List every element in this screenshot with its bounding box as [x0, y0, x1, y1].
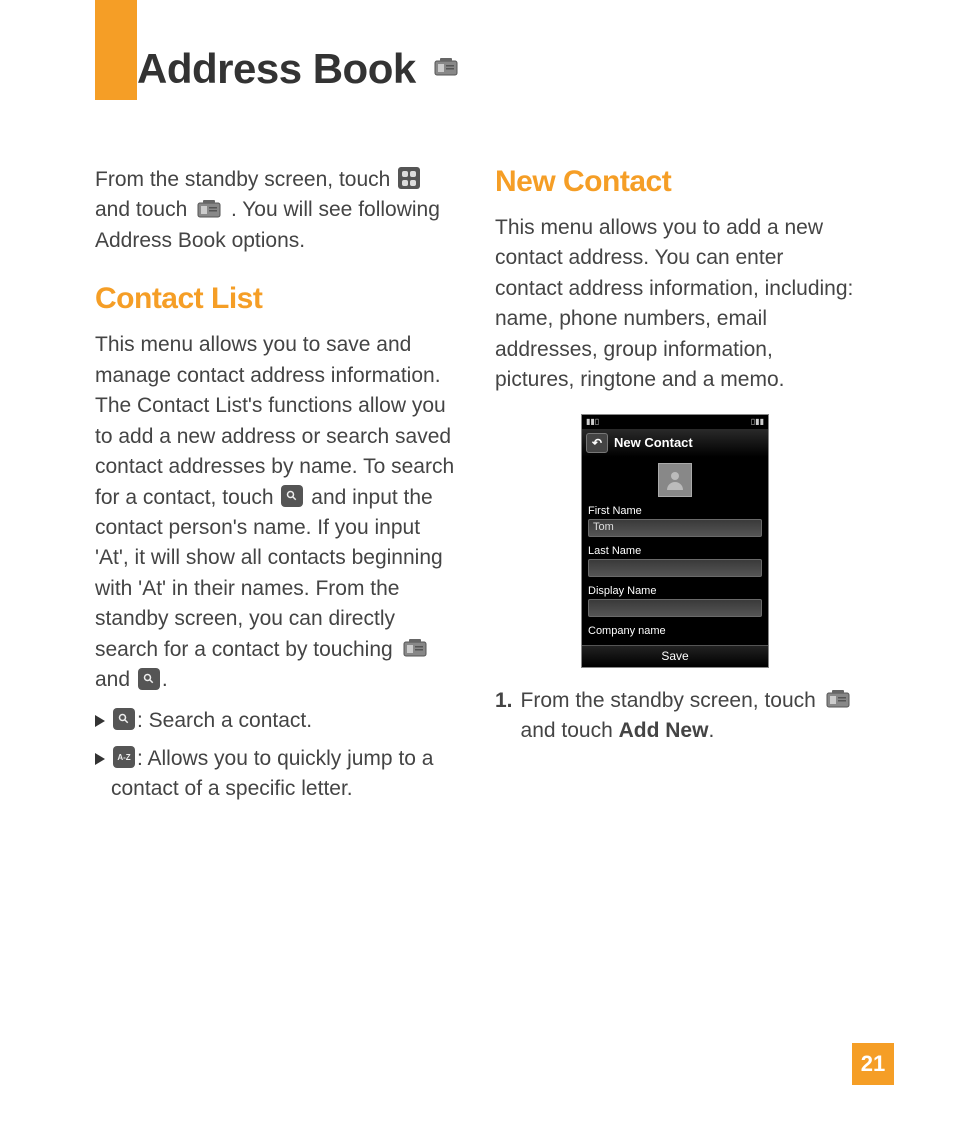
contact-list-text-1: This menu allows you to save and manage … [95, 333, 454, 508]
az-jump-icon: A-Z [113, 746, 135, 768]
phone-header-title: New Contact [614, 435, 693, 450]
step-text-a: From the standby screen, touch [521, 689, 816, 712]
address-book-icon [401, 637, 429, 659]
contact-list-body: This menu allows you to save and manage … [95, 330, 455, 695]
bullet-text: : Allows you to quickly jump to a contac… [111, 747, 433, 800]
page-title-text: Address Book [137, 45, 416, 93]
contact-list-text-3: and [95, 668, 130, 691]
phone-screenshot: ▮▮▯ ▯▮▮ ↶ New Contact First Name Tom Las… [581, 414, 769, 668]
field-label: Display Name [588, 585, 762, 597]
intro-text-2: and touch [95, 198, 187, 221]
intro-paragraph: From the standby screen, touch and touch… [95, 165, 455, 256]
bullet-item: A-Z: Allows you to quickly jump to a con… [95, 744, 455, 805]
new-contact-body: This menu allows you to add a new contac… [495, 213, 855, 396]
back-button-icon: ↶ [586, 433, 608, 453]
contact-list-text-4: . [162, 668, 168, 691]
bullet-item: : Search a contact. [95, 706, 455, 736]
step-1: 1. From the standby screen, touch and to… [495, 686, 855, 747]
right-column: New Contact This menu allows you to add … [495, 165, 855, 813]
bullet-list: : Search a contact. A-Z: Allows you to q… [95, 706, 455, 805]
battery-icon: ▯▮▮ [751, 417, 764, 426]
search-icon [113, 708, 135, 730]
search-icon [138, 668, 160, 690]
contact-list-text-2: and input the contact person's name. If … [95, 486, 443, 661]
address-book-icon [824, 688, 852, 710]
bullet-text: : Search a contact. [137, 709, 312, 732]
content-columns: From the standby screen, touch and touch… [95, 165, 855, 813]
last-name-input [588, 559, 762, 577]
avatar-placeholder-icon [658, 463, 692, 497]
step-text-b: and touch [521, 719, 613, 742]
step-text-c: . [708, 719, 714, 742]
field-label: First Name [588, 505, 762, 517]
step-text-bold: Add New [619, 719, 709, 742]
phone-status-bar: ▮▮▯ ▯▮▮ [582, 415, 768, 429]
signal-icon: ▮▮▯ [586, 417, 599, 426]
save-button: Save [582, 645, 768, 667]
phone-field-company-name: Company name [582, 623, 768, 645]
menu-grid-icon [398, 167, 420, 189]
header-accent-bar [95, 0, 137, 100]
step-number: 1. [495, 686, 513, 747]
heading-new-contact: New Contact [495, 165, 855, 199]
phone-field-first-name: First Name Tom [582, 503, 768, 543]
heading-contact-list: Contact List [95, 282, 455, 316]
display-name-input [588, 599, 762, 617]
phone-header: ↶ New Contact [582, 429, 768, 457]
address-book-icon [195, 198, 223, 220]
field-label: Last Name [588, 545, 762, 557]
page-number: 21 [852, 1043, 894, 1085]
address-book-icon [432, 56, 460, 78]
triangle-bullet-icon [95, 753, 105, 765]
search-icon [281, 485, 303, 507]
first-name-input: Tom [588, 519, 762, 537]
intro-text-1: From the standby screen, touch [95, 168, 390, 191]
phone-field-last-name: Last Name [582, 543, 768, 583]
phone-field-display-name: Display Name [582, 583, 768, 623]
triangle-bullet-icon [95, 715, 105, 727]
page-title: Address Book [137, 45, 462, 93]
left-column: From the standby screen, touch and touch… [95, 165, 455, 813]
field-label: Company name [588, 625, 762, 637]
